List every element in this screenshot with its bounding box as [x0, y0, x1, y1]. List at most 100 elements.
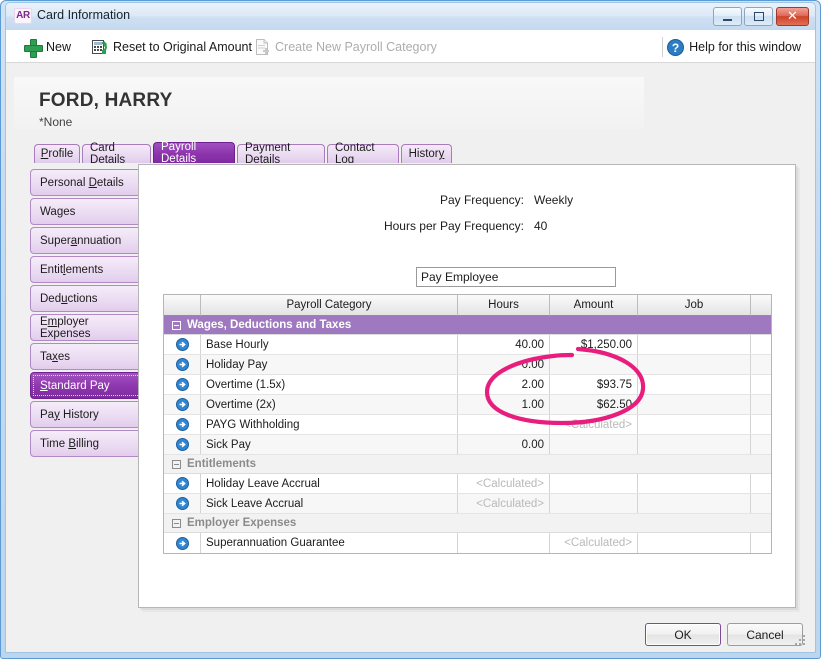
collapse-icon[interactable]	[172, 459, 181, 469]
cell-hours[interactable]: <Calculated>	[458, 494, 550, 513]
table-row[interactable]: Overtime (1.5x) 2.00 $93.75	[164, 375, 771, 395]
collapse-icon[interactable]	[172, 320, 181, 330]
cancel-button[interactable]: Cancel	[727, 623, 803, 646]
sidebar-item-time-billing[interactable]: Time Billing	[30, 430, 142, 457]
drill-arrow-icon[interactable]	[175, 477, 189, 490]
cell-last[interactable]	[751, 395, 771, 414]
drill-arrow-icon[interactable]	[175, 338, 189, 351]
drill-arrow-icon[interactable]	[175, 438, 189, 451]
table-row[interactable]: Holiday Leave Accrual <Calculated>	[164, 474, 771, 494]
sidebar-item-entitlements[interactable]: Entitlements	[30, 256, 142, 283]
col-header-hours[interactable]: Hours	[458, 295, 550, 316]
col-header-last[interactable]	[751, 295, 771, 316]
cell-last[interactable]	[751, 435, 771, 454]
cell-amount[interactable]: <Calculated>	[550, 533, 638, 553]
reset-to-original-amount-button[interactable]: Reset to Original Amount	[88, 35, 256, 59]
cell-hours[interactable]: 0.00	[458, 435, 550, 454]
sidebar-item-pay-history[interactable]: Pay History	[30, 401, 142, 428]
tab-contact-log[interactable]: Contact Log	[327, 142, 399, 166]
tab-payment-details[interactable]: Payment Details	[237, 142, 325, 166]
cell-hours[interactable]	[458, 415, 550, 434]
new-button[interactable]: New	[20, 35, 75, 59]
row-arrow[interactable]	[164, 395, 201, 414]
col-header-job[interactable]: Job	[638, 295, 751, 316]
drill-arrow-icon[interactable]	[175, 497, 189, 510]
create-new-payroll-category-button[interactable]: Create New Payroll Category	[251, 35, 441, 59]
cell-hours[interactable]: 40.00	[458, 335, 550, 354]
cell-hours[interactable]: 0.00	[458, 355, 550, 374]
cell-hours[interactable]: 1.00	[458, 395, 550, 414]
drill-arrow-icon[interactable]	[175, 418, 189, 431]
tab-history[interactable]: History	[401, 144, 452, 163]
cell-amount[interactable]: $62.50	[550, 395, 638, 414]
table-row[interactable]: PAYG Withholding <Calculated>	[164, 415, 771, 435]
cell-amount[interactable]	[550, 435, 638, 454]
sidebar-item-personal-details[interactable]: Personal Details	[30, 169, 142, 196]
col-header-blank[interactable]	[164, 295, 201, 316]
resize-grip[interactable]	[795, 632, 807, 645]
cell-job[interactable]	[638, 415, 751, 434]
table-row[interactable]: Sick Pay 0.00	[164, 435, 771, 455]
cell-job[interactable]	[638, 533, 751, 553]
sidebar-item-taxes[interactable]: Taxes	[30, 343, 142, 370]
col-header-amount[interactable]: Amount	[550, 295, 638, 316]
sidebar-item-employer-expenses[interactable]: Employer Expenses	[30, 314, 142, 341]
cell-job[interactable]	[638, 375, 751, 394]
drill-arrow-icon[interactable]	[175, 536, 189, 550]
sidebar-item-deductions[interactable]: Deductions	[30, 285, 142, 312]
tab-card-details[interactable]: Card Details	[82, 142, 151, 166]
cell-amount[interactable]	[550, 474, 638, 493]
row-arrow[interactable]	[164, 494, 201, 513]
ok-button[interactable]: OK	[645, 623, 721, 646]
minimize-button[interactable]	[713, 7, 742, 26]
row-arrow[interactable]	[164, 474, 201, 493]
group-header-wages-deductions-taxes[interactable]: Wages, Deductions and Taxes	[164, 316, 771, 335]
cell-job[interactable]	[638, 395, 751, 414]
close-button[interactable]: ✕	[776, 7, 809, 26]
drill-arrow-icon[interactable]	[175, 358, 189, 371]
cell-last[interactable]	[751, 474, 771, 493]
cell-last[interactable]	[751, 335, 771, 354]
cell-last[interactable]	[751, 355, 771, 374]
cell-job[interactable]	[638, 355, 751, 374]
cell-hours[interactable]: 2.00	[458, 375, 550, 394]
cell-job[interactable]	[638, 335, 751, 354]
row-arrow[interactable]	[164, 533, 201, 553]
row-arrow[interactable]	[164, 375, 201, 394]
help-button[interactable]: ? Help for this window	[663, 35, 805, 59]
cell-last[interactable]	[751, 375, 771, 394]
sidebar-item-standard-pay[interactable]: Standard Pay	[30, 372, 146, 399]
table-row[interactable]: Superannuation Guarantee <Calculated>	[164, 533, 771, 553]
table-row[interactable]: Overtime (2x) 1.00 $62.50	[164, 395, 771, 415]
collapse-icon[interactable]	[172, 518, 181, 528]
table-row[interactable]: Base Hourly 40.00 $1,250.00	[164, 335, 771, 355]
tab-profile[interactable]: Profile	[34, 144, 80, 163]
cell-last[interactable]	[751, 494, 771, 513]
col-header-payroll-category[interactable]: Payroll Category	[201, 295, 458, 316]
cell-amount[interactable]: $93.75	[550, 375, 638, 394]
table-row[interactable]: Holiday Pay 0.00	[164, 355, 771, 375]
tab-payroll-details[interactable]: Payroll Details	[153, 141, 235, 165]
row-arrow[interactable]	[164, 415, 201, 434]
row-arrow[interactable]	[164, 435, 201, 454]
memo-input[interactable]	[416, 267, 616, 287]
row-arrow[interactable]	[164, 335, 201, 354]
cell-amount[interactable]	[550, 494, 638, 513]
group-header-employer-expenses[interactable]: Employer Expenses	[164, 514, 771, 533]
cell-amount[interactable]: $1,250.00	[550, 335, 638, 354]
cell-job[interactable]	[638, 435, 751, 454]
drill-arrow-icon[interactable]	[175, 378, 189, 391]
cell-amount[interactable]: <Calculated>	[550, 415, 638, 434]
group-header-entitlements[interactable]: Entitlements	[164, 455, 771, 474]
table-row[interactable]: Sick Leave Accrual <Calculated>	[164, 494, 771, 514]
maximize-button[interactable]	[744, 7, 773, 26]
sidebar-item-wages[interactable]: Wages	[30, 198, 142, 225]
cell-last[interactable]	[751, 533, 771, 553]
cell-hours[interactable]	[458, 533, 550, 553]
drill-arrow-icon[interactable]	[175, 398, 189, 411]
cell-job[interactable]	[638, 494, 751, 513]
row-arrow[interactable]	[164, 355, 201, 374]
sidebar-item-superannuation[interactable]: Superannuation	[30, 227, 142, 254]
cell-hours[interactable]: <Calculated>	[458, 474, 550, 493]
cell-amount[interactable]	[550, 355, 638, 374]
